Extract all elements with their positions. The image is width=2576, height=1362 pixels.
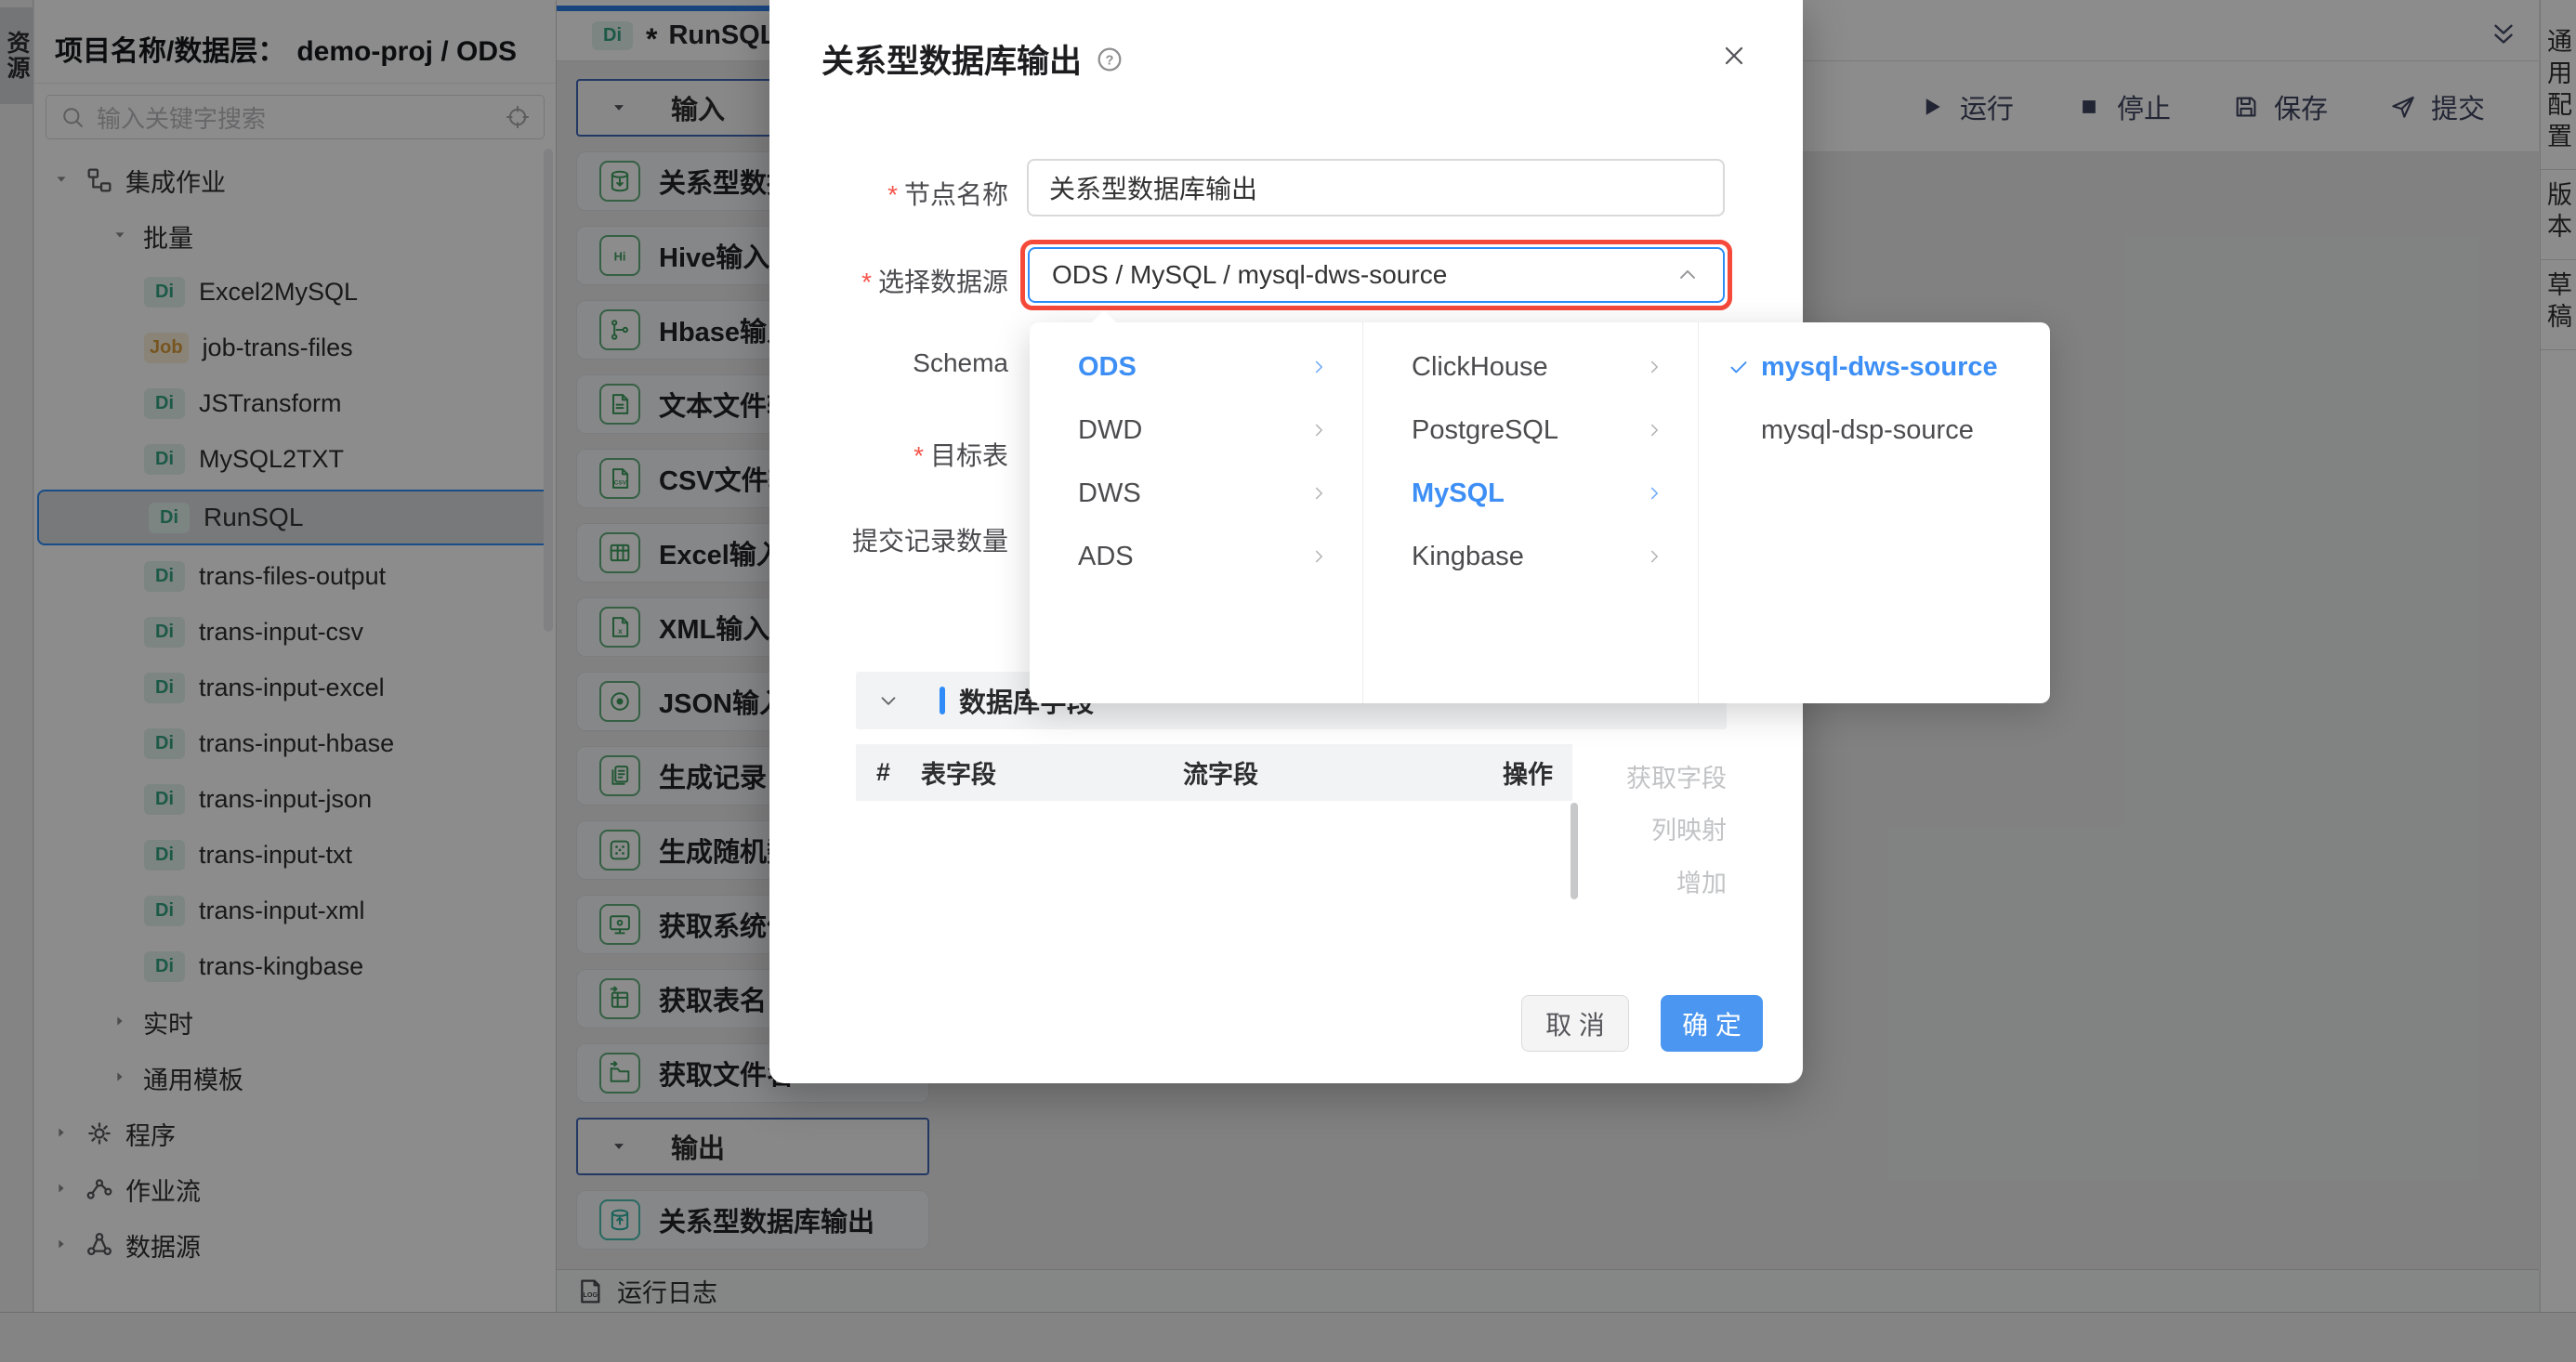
cascader-option-label: ClickHouse — [1412, 352, 1548, 383]
node-name-value: 关系型数据库输出 — [1049, 169, 1257, 206]
table-action-2[interactable]: 增加 — [1476, 863, 1727, 899]
field-label-node-name: *节点名称 — [769, 175, 1008, 212]
cascader-option-label: mysql-dsp-source — [1761, 415, 1974, 446]
cascader-option-label: PostgreSQL — [1412, 415, 1558, 446]
chevron-right-icon — [1644, 546, 1664, 567]
field-label-datasource: *选择数据源 — [769, 262, 1008, 299]
cascader-option[interactable]: mysql-dws-source — [1699, 335, 2050, 399]
cascader-option[interactable]: MySQL — [1363, 462, 1698, 525]
cascader-option[interactable]: DWS — [1030, 462, 1362, 525]
cascader-option[interactable]: ADS — [1030, 525, 1362, 588]
cascader-option[interactable]: ClickHouse — [1363, 335, 1698, 399]
cascader-option-label: mysql-dws-source — [1761, 352, 1998, 383]
table-column-header: 表字段 — [921, 754, 1183, 791]
field-table-header: #表字段流字段操作 — [856, 744, 1572, 801]
datasource-value: ODS / MySQL / mysql-dws-source — [1052, 260, 1447, 290]
table-column-header: # — [856, 758, 921, 787]
close-icon[interactable] — [1719, 41, 1749, 71]
ok-button[interactable]: 确 定 — [1661, 995, 1763, 1052]
cancel-button[interactable]: 取 消 — [1521, 995, 1629, 1052]
cascader-column-3: mysql-dws-source mysql-dsp-source — [1699, 322, 2050, 703]
node-name-input[interactable]: 关系型数据库输出 — [1027, 159, 1725, 216]
table-column-header: 流字段 — [1183, 754, 1503, 791]
cascader-option[interactable]: Kingbase — [1363, 525, 1698, 588]
datasource-highlight-ring: ODS / MySQL / mysql-dws-source — [1020, 240, 1732, 310]
cascader-option[interactable]: PostgreSQL — [1363, 399, 1698, 462]
chevron-right-icon — [1308, 546, 1329, 567]
cascader-option[interactable]: ODS — [1030, 335, 1362, 399]
cascader-column-2: ClickHouse PostgreSQL MySQL Kingbase — [1363, 322, 1699, 703]
check-spacer — [1727, 418, 1761, 442]
help-icon[interactable]: ? — [1095, 45, 1124, 74]
datasource-select[interactable]: ODS / MySQL / mysql-dws-source — [1028, 247, 1725, 303]
svg-text:?: ? — [1106, 53, 1114, 68]
cascader-option[interactable]: DWD — [1030, 399, 1362, 462]
modal-title: 关系型数据库输出 ? — [821, 35, 1124, 83]
chevron-up-icon — [1675, 262, 1701, 288]
chevron-right-icon — [1308, 357, 1329, 377]
check-icon — [1727, 355, 1761, 379]
field-label-schema: Schema — [769, 348, 1008, 378]
field-table-body — [856, 801, 1572, 948]
cascader-option-label: ADS — [1078, 542, 1134, 572]
datasource-cascader: ODS DWD DWS ADS ClickHouse PostgreSQL MySQL Kin… — [1030, 322, 2050, 703]
chevron-right-icon — [1308, 483, 1329, 504]
cascader-option-label: MySQL — [1412, 478, 1505, 509]
required-asterisk: * — [913, 441, 924, 470]
cascader-option-label: Kingbase — [1412, 542, 1524, 572]
chevron-right-icon — [1644, 483, 1664, 504]
table-action-0[interactable]: 获取字段 — [1476, 758, 1727, 794]
section-marker — [940, 687, 945, 714]
cascader-option-label: DWD — [1078, 415, 1142, 446]
modal-title-text: 关系型数据库输出 — [821, 35, 1082, 83]
chevron-right-icon — [1644, 357, 1664, 377]
cascader-option[interactable]: mysql-dsp-source — [1699, 399, 2050, 462]
chevron-right-icon — [1644, 420, 1664, 440]
table-action-1[interactable]: 列映射 — [1476, 810, 1727, 846]
cascader-option-label: DWS — [1078, 478, 1141, 509]
cascader-option-label: ODS — [1078, 352, 1137, 383]
required-asterisk: * — [861, 268, 872, 296]
chevron-right-icon — [1308, 420, 1329, 440]
required-asterisk: * — [887, 180, 898, 209]
cascader-column-1: ODS DWD DWS ADS — [1030, 322, 1363, 703]
field-label-target-table: *目标表 — [769, 436, 1008, 473]
chevron-down-icon — [876, 688, 900, 713]
field-label-commit-count: 提交记录数量 — [769, 521, 1008, 558]
